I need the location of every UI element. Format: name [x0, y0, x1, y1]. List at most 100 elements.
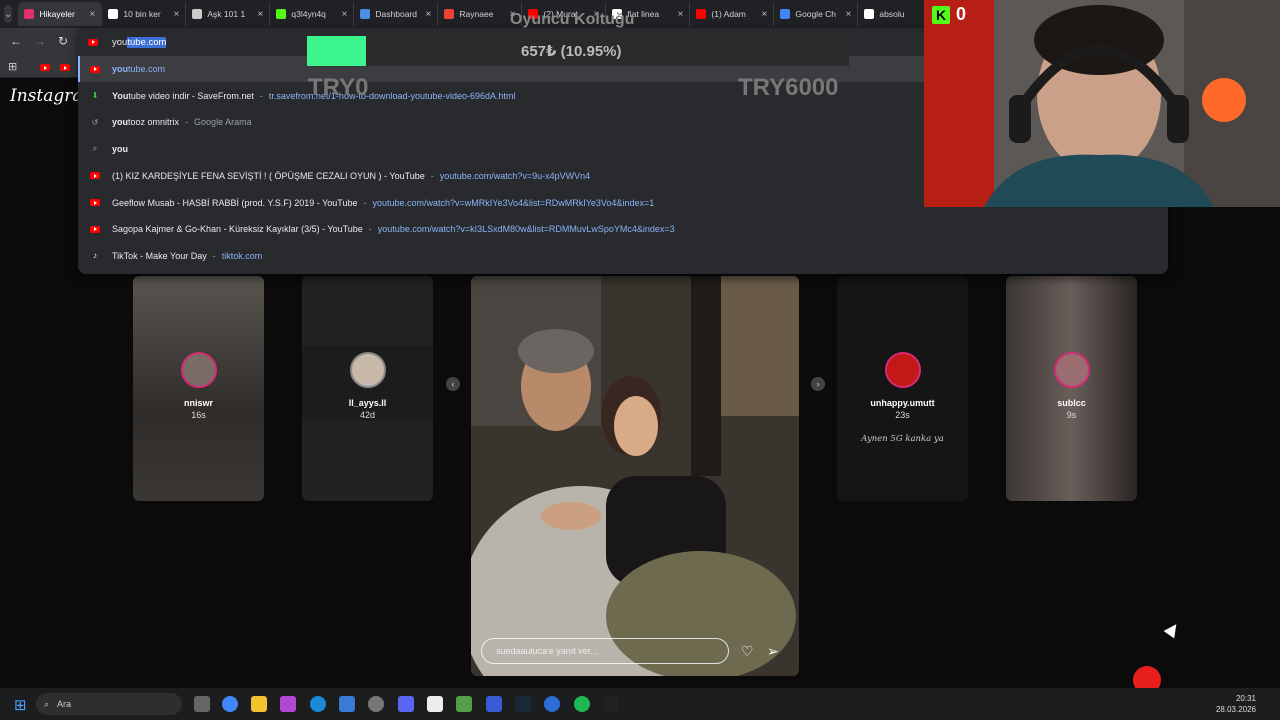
apps-icon[interactable]: ⊞	[8, 60, 17, 73]
story-reply-input[interactable]: suedaauluca'e yanıt ver...	[481, 638, 729, 664]
browser-tab[interactable]: Dashboard ×	[354, 2, 439, 26]
tab-title: Hikayeler	[39, 9, 75, 19]
tab-search-icon[interactable]: ⌄	[4, 5, 13, 23]
search-icon: ⌕	[44, 698, 50, 709]
suggestion-match: you	[112, 117, 129, 128]
tab-title: Google Ch	[795, 9, 837, 19]
omnibox-suggestion[interactable]: Sagopa Kajmer & Go-Khan - Küreksiz Kayık…	[78, 216, 1168, 242]
active-story[interactable]: suedaauluca'e yanıt ver... ♡ ➢	[471, 276, 799, 676]
avatar	[1053, 352, 1090, 388]
story-photo	[471, 276, 799, 676]
suggestion-match: you	[112, 64, 129, 74]
suggestion-text: Sagopa Kajmer & Go-Khan - Küreksiz Kayık…	[112, 224, 363, 235]
tab-close-icon[interactable]: ×	[762, 9, 768, 20]
suggestion-url: youtube.com/watch?v=kI3LSxdM80w&list=RDM…	[377, 224, 675, 235]
story-username: unhappy.umutt	[870, 398, 935, 408]
minecraft-icon[interactable]	[456, 696, 472, 712]
tab-strip: ⌄ Hikayeler × 10 bin ker × Aşk 101 1 × q3l4yn4…	[0, 0, 943, 28]
send-icon[interactable]: ➢	[767, 643, 779, 660]
tab-favicon-icon	[864, 9, 875, 19]
browser-tab[interactable]: q3l4yn4q ×	[270, 2, 355, 26]
suggestion-separator: -	[430, 170, 434, 181]
goal-min: TRY0	[308, 74, 369, 101]
goal-value: 657₺ (10.95%)	[521, 43, 622, 60]
story-time: 9s	[1066, 410, 1077, 420]
tab-favicon-icon	[696, 9, 707, 19]
youtube-bookmark-icon[interactable]	[60, 64, 70, 71]
webcam-overlay	[924, 0, 1280, 207]
kick-counter: K 0	[932, 4, 966, 25]
app-icon[interactable]	[544, 696, 560, 712]
browser-tab[interactable]: 10 bin ker ×	[102, 2, 187, 26]
suggestion-url: youtube.com/watch?v=9u-x4pVWVn4	[439, 170, 591, 181]
tab-close-icon[interactable]: ×	[258, 9, 264, 20]
app-icon[interactable]	[427, 696, 443, 712]
avatar	[180, 352, 217, 388]
story-card[interactable]: nniswr 16s	[133, 276, 264, 501]
heart-icon[interactable]: ♡	[741, 643, 754, 660]
tab-title: Raynaee	[459, 9, 494, 19]
tab-close-icon[interactable]: ×	[90, 9, 96, 20]
story-card[interactable]: ll_ayys.ll 42d	[302, 276, 433, 501]
obs-icon[interactable]	[368, 696, 384, 712]
omnibox-suggestion[interactable]: ♪ TikTok - Make Your Day - tiktok.com	[78, 243, 1168, 269]
browser-tab[interactable]: Google Ch ×	[774, 2, 859, 26]
suggestion-text: tube.com	[128, 64, 166, 74]
previous-story-icon[interactable]: ‹	[446, 377, 460, 391]
suggestion-separator: -	[368, 224, 372, 235]
steam-icon[interactable]	[515, 696, 531, 712]
screen: ⌄ Hikayeler × 10 bin ker × Aşk 101 1 × q3l4yn4…	[0, 0, 1280, 720]
chrome-icon[interactable]	[222, 696, 238, 712]
tab-close-icon[interactable]: ×	[342, 9, 348, 20]
browser-tab[interactable]: Hikayeler ×	[18, 2, 103, 26]
store-icon[interactable]	[339, 696, 355, 712]
tab-close-icon[interactable]: ×	[174, 9, 180, 20]
forward-icon[interactable]: →	[34, 34, 46, 48]
terminal-icon[interactable]	[603, 696, 619, 712]
file-explorer-icon[interactable]	[251, 696, 267, 712]
windows-start-icon[interactable]: ⊞	[14, 696, 27, 714]
tab-title: Aşk 101 1	[207, 9, 246, 19]
discord-icon[interactable]	[398, 696, 414, 712]
next-story-icon[interactable]: ›	[811, 377, 825, 391]
story-username: sublcc	[1057, 398, 1086, 408]
kick-count: 0	[956, 4, 967, 24]
tab-favicon-icon	[780, 9, 791, 19]
tab-title: Dashboard	[375, 9, 417, 19]
app-icon[interactable]	[280, 696, 296, 712]
system-clock[interactable]: 20:31 28.03.2026	[1216, 693, 1256, 715]
youtube-bookmark-icon[interactable]	[40, 64, 50, 71]
spotify-icon[interactable]	[574, 696, 590, 712]
tiktok-icon: ♪	[93, 251, 97, 261]
suggestion-separator: -	[212, 250, 216, 261]
browser-tab[interactable]: (1) Adam ×	[690, 2, 775, 26]
story-card[interactable]: unhappy.umutt 23s Aynen 5G kanka ya	[837, 276, 968, 501]
tab-favicon-icon	[24, 9, 35, 19]
pen-cursor-icon: ▲	[1157, 612, 1190, 646]
typed-text: you	[112, 36, 128, 48]
tab-close-icon[interactable]: ×	[846, 9, 852, 20]
back-icon[interactable]: ←	[10, 34, 22, 48]
story-time: 23s	[895, 410, 910, 420]
story-card[interactable]: sublcc 9s	[1006, 276, 1137, 501]
clock-time: 20:31	[1235, 694, 1256, 703]
search-placeholder: Ara	[57, 699, 72, 709]
suggestion-url: tiktok.com	[221, 250, 263, 261]
tab-favicon-icon	[108, 9, 119, 19]
history-icon: ↺	[91, 117, 99, 127]
youtube-icon	[90, 198, 100, 208]
suggestion-separator: -	[259, 90, 263, 101]
app-icon[interactable]	[486, 696, 502, 712]
taskbar-search[interactable]: ⌕ Ara	[36, 693, 182, 715]
task-view-icon[interactable]	[194, 696, 210, 712]
story-username: ll_ayys.ll	[348, 398, 387, 408]
tab-favicon-icon	[360, 9, 371, 19]
reload-icon[interactable]: ↻	[58, 34, 68, 48]
tab-title: absolu	[879, 9, 905, 19]
browser-tab[interactable]: Aşk 101 1 ×	[186, 2, 271, 26]
suggestion-text: TikTok - Make Your Day	[112, 250, 207, 261]
tab-close-icon[interactable]: ×	[426, 9, 432, 20]
edge-icon[interactable]	[310, 696, 326, 712]
tab-favicon-icon	[192, 9, 203, 19]
tab-close-icon[interactable]: ×	[678, 9, 684, 20]
